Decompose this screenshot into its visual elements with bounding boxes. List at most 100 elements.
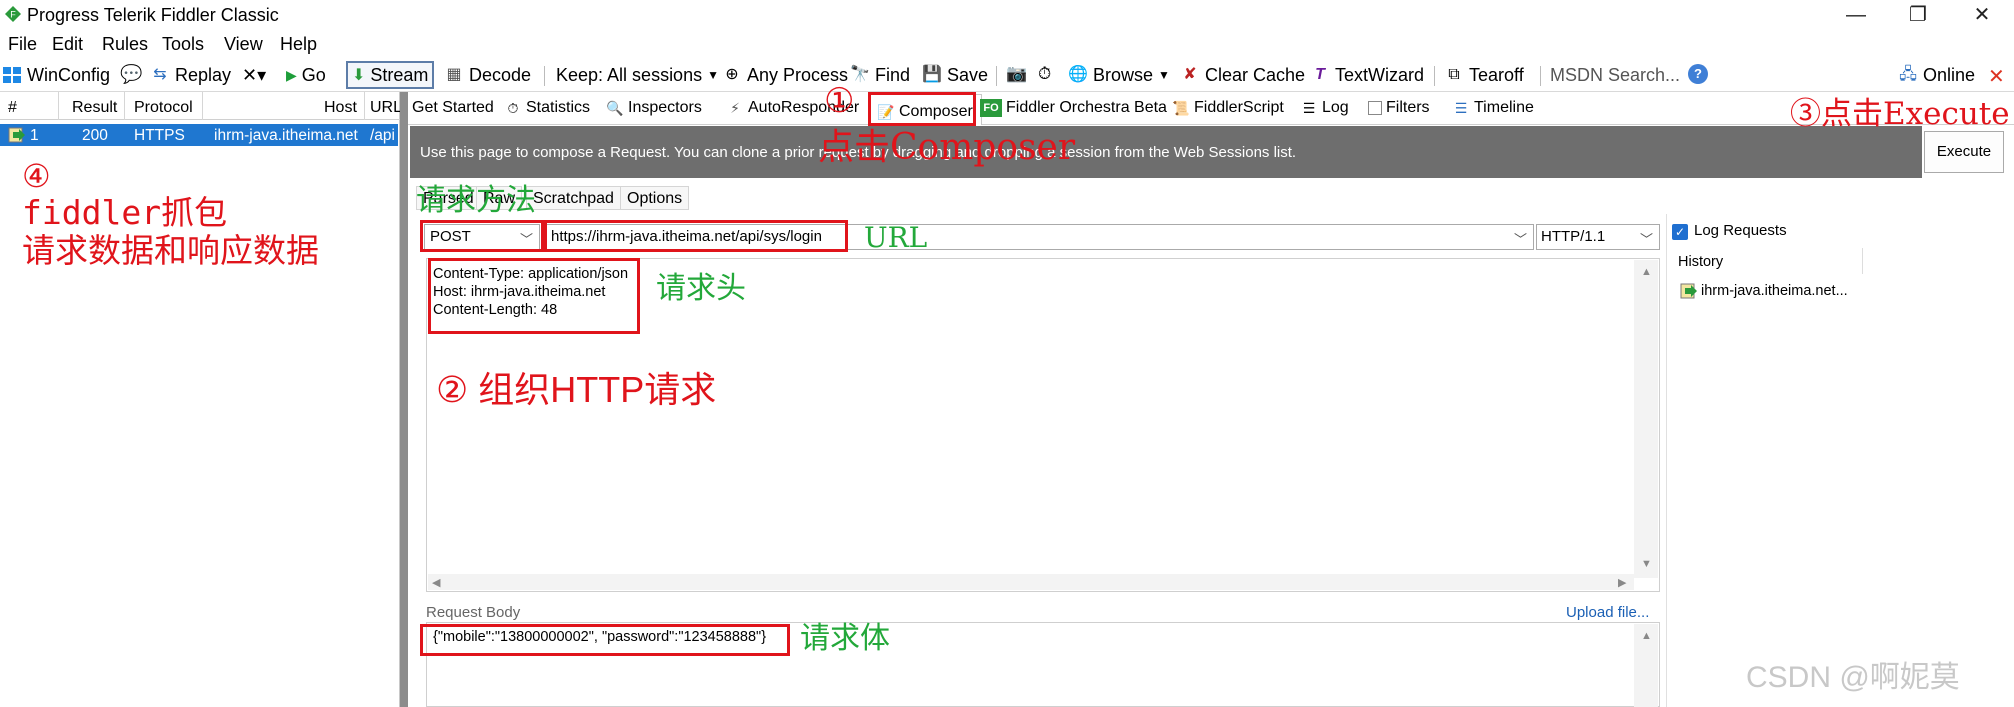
annotation-step4-line2: 请求数据和响应数据 [22,232,319,269]
annotation-step4-number: ④ [22,158,51,194]
restore-button[interactable]: ❐ [1896,2,1940,28]
annotation-body: 请求体 [800,622,890,655]
stream-button[interactable]: ⬇ Stream [346,61,435,89]
sessions-header: # Result Protocol Host URL [0,92,402,120]
column-header-host[interactable]: Host [324,99,357,117]
window-title: Progress Telerik Fiddler Classic [27,5,279,25]
decode-button[interactable]: ▦ Decode [444,63,531,87]
http-version-select[interactable]: HTTP/1.1 ﹀ [1536,224,1660,250]
upload-file-link[interactable]: Upload file... [1566,604,1649,621]
toolbar: WinConfig 💬 ⇆ Replay ✕▾ ▶ Go ⬇ Stream ▦ … [0,58,2014,92]
tab-get-started[interactable]: Get Started [412,99,494,117]
menu-help[interactable]: Help [280,34,317,55]
remove-icon: ✕▾ [242,64,267,85]
toolbar-separator [996,66,997,86]
body-vertical-scrollbar[interactable]: ▲ [1634,624,1658,707]
inspector-tabs: Get Started ⏱ Statistics 🔍 Inspectors ⚡ … [408,92,2014,125]
online-indicator[interactable]: 🖧 Online [1898,63,1975,87]
menu-view[interactable]: View [224,34,263,55]
find-button[interactable]: 🔭 Find [850,63,910,87]
decode-icon: ▦ [446,66,462,83]
tab-timeline[interactable]: ☰ Timeline [1452,99,1534,117]
menu-edit[interactable]: Edit [52,34,83,55]
tab-statistics[interactable]: ⏱ Statistics [504,99,590,117]
annotation-headers: 请求头 [656,272,746,305]
tearoff-button[interactable]: ⧉ Tearoff [1444,63,1523,87]
browser-icon: 🌐 [1068,66,1088,83]
clear-cache-button[interactable]: ✘ Clear Cache [1180,63,1305,87]
textwizard-button[interactable]: T TextWizard [1310,63,1424,87]
svg-text:F: F [10,10,16,20]
help-icon[interactable]: ? [1688,64,1708,84]
remove-button[interactable]: ✕▾ [242,63,266,87]
menu-rules[interactable]: Rules [102,34,148,55]
toolbar-separator [1434,66,1435,86]
text-icon: T [1315,66,1325,83]
msdn-search-input[interactable]: MSDN Search... [1550,63,1680,87]
execute-button[interactable]: Execute [1924,131,2004,173]
column-header-url[interactable]: URL [370,99,402,117]
method-highlight-box [420,220,544,252]
session-result: 200 [82,127,108,144]
scroll-up-icon: ▲ [1641,266,1652,278]
replay-button[interactable]: ⇆ Replay [150,63,231,87]
history-column-divider [1862,248,1863,274]
scroll-right-icon: ▶ [1618,577,1627,589]
annotation-method: 请求方法 [416,184,536,217]
minimize-button[interactable]: — [1834,2,1878,28]
menu-bar: File Edit Rules Tools View Help [0,30,2014,58]
stream-icon: ⬇ [352,67,366,84]
sessions-pane [0,92,400,707]
comment-icon[interactable]: 💬 [120,64,142,85]
save-icon: 💾 [922,66,942,83]
headers-horizontal-scrollbar[interactable]: ◀ ▶ [428,574,1634,590]
annotation-url: URL [864,221,928,254]
column-header-number[interactable]: # [8,99,17,117]
session-row[interactable]: 1 200 HTTPS ihrm-java.itheima.net /api [0,124,398,146]
tab-fiddlerscript[interactable]: 📜 FiddlerScript [1172,99,1284,117]
subtab-options[interactable]: Options [620,186,690,210]
orchestra-icon: FO [980,99,1002,117]
column-header-protocol[interactable]: Protocol [134,99,193,117]
chevron-down-icon: ﹀ [1513,232,1527,247]
close-toolbar-icon[interactable]: ✕ [1988,64,2005,89]
play-icon: ▶ [286,66,297,83]
chevron-down-icon: ▼ [1158,68,1170,82]
tab-inspectors[interactable]: 🔍 Inspectors [606,99,702,117]
windows-icon [3,67,21,83]
pane-splitter[interactable] [400,92,408,707]
fiddler-logo-icon: F [5,6,21,22]
tab-filters[interactable]: Filters [1368,99,1430,117]
subtab-scratchpad[interactable]: Scratchpad [526,186,621,210]
request-body-label: Request Body [426,604,521,621]
chevron-down-icon: ﹀ [1639,232,1653,247]
close-button[interactable]: ✕ [1960,2,2004,28]
script-icon: 📜 [1172,100,1190,116]
clear-cache-icon: ✘ [1183,66,1197,83]
log-requests-label: Log Requests [1694,222,1787,239]
annotation-step4-line1: fiddler抓包 [22,193,228,232]
log-requests-checkbox[interactable]: ✓ [1672,224,1688,240]
save-button[interactable]: 💾 Save [922,63,988,87]
history-item[interactable]: ihrm-java.itheima.net... [1680,282,1848,300]
headers-vertical-scrollbar[interactable]: ▲ ▼ [1634,260,1658,578]
screenshot-icon[interactable]: 📷 [1006,64,1027,84]
column-header-result[interactable]: Result [72,99,117,117]
stopwatch-icon: ⏱ [507,100,519,116]
tab-fiddler-orchestra[interactable]: FO Fiddler Orchestra Beta [980,99,1167,117]
menu-file[interactable]: File [8,34,37,55]
winconfig-button[interactable]: WinConfig [2,63,110,87]
timer-icon[interactable]: ⏱ [1038,64,1051,84]
keep-sessions-dropdown[interactable]: Keep: All sessions ▼ [556,63,719,87]
go-button[interactable]: ▶ Go [286,63,326,87]
column-divider [124,92,125,120]
menu-tools[interactable]: Tools [162,34,204,55]
session-arrow-icon [1680,283,1697,299]
annotation-step2: ② 组织HTTP请求 [436,369,717,410]
toolbar-separator [544,66,545,86]
history-label: History [1678,254,1724,270]
toolbar-separator [1540,66,1541,86]
tab-log[interactable]: ☰ Log [1300,99,1349,117]
browse-button[interactable]: 🌐 Browse ▼ [1068,63,1170,87]
lightning-icon: ⚡ [730,100,740,116]
